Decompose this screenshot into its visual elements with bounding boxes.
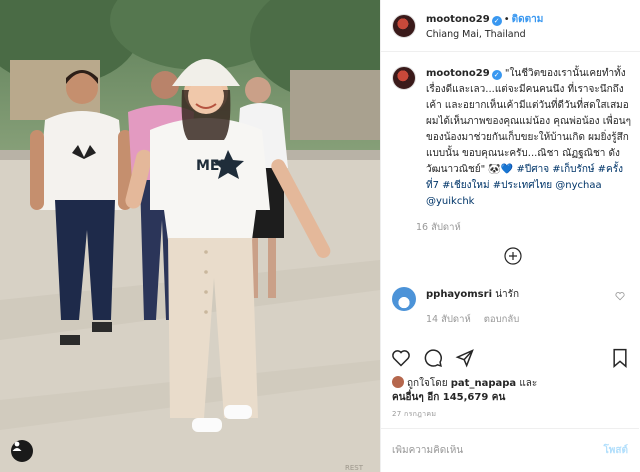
- share-icon[interactable]: [455, 348, 475, 368]
- follow-button[interactable]: ติดตาม: [512, 14, 544, 25]
- user-tag-button[interactable]: [11, 440, 33, 462]
- action-bar: [381, 340, 639, 376]
- hashtag[interactable]: #ปีศาจ: [517, 164, 550, 175]
- location-link[interactable]: Chiang Mai, Thailand: [426, 27, 543, 42]
- header-username[interactable]: mootono29: [426, 14, 490, 25]
- comment-icon[interactable]: [423, 348, 443, 368]
- hashtag[interactable]: #เก็บรักษ์: [552, 164, 594, 175]
- photo-corner-text: REST: [345, 464, 364, 472]
- photo-illustration: MEN REST: [0, 0, 380, 472]
- post-photo[interactable]: MEN REST: [0, 0, 380, 472]
- caption: mootono29 ✓ "ในชีวิตของเรานั้นเคยทำทั้งเร…: [392, 58, 631, 269]
- comment-like-heart-icon[interactable]: [615, 291, 625, 301]
- load-more-comments-icon[interactable]: [504, 247, 522, 265]
- verified-badge-icon: ✓: [491, 16, 502, 26]
- comment-time[interactable]: 14 สัปดาห์: [426, 314, 471, 325]
- comment-avatar[interactable]: [392, 287, 416, 311]
- likes-summary: ถูกใจโดย pat_napapa และ คนอื่นๆ อีก 145,…: [392, 376, 632, 405]
- caption-body: mootono29 ✓ "ในชีวิตของเรานั้นเคยทำทั้งเร…: [426, 66, 631, 210]
- bookmark-icon[interactable]: [611, 348, 629, 368]
- mention[interactable]: @yuikchk: [426, 196, 474, 207]
- reply-button[interactable]: ตอบกลับ: [484, 314, 520, 325]
- caption-text: "ในชีวิตของเรานั้นเคยทำทั้งเรื่องดีและเล…: [426, 68, 631, 175]
- post-date[interactable]: 27 กรกฎาคม: [392, 409, 436, 420]
- caption-username[interactable]: mootono29: [426, 68, 490, 79]
- liker-username[interactable]: pat_napapa: [451, 378, 516, 389]
- person-icon: [12, 441, 22, 451]
- liker-avatar: [392, 376, 404, 388]
- caption-avatar[interactable]: [392, 66, 416, 90]
- post-sidebar: mootono29 ✓ • ติดตาม Chiang Mai, Thailand m…: [380, 0, 640, 472]
- post-header: mootono29 ✓ • ติดตาม Chiang Mai, Thailand: [381, 0, 640, 52]
- likes-count-link[interactable]: คนอื่นๆ อีก 145,679 คน: [392, 392, 505, 403]
- mention[interactable]: @nychaa: [555, 180, 601, 191]
- comments-list[interactable]: mootono29 ✓ "ในชีวิตของเรานั้นเคยทำทั้งเร…: [381, 58, 639, 340]
- comment-text: น่ารัก: [495, 289, 520, 300]
- hashtag[interactable]: #ประเทศไทย: [493, 180, 552, 191]
- comment-item: pphayomsri น่ารัก 14 สัปดาห์ ตอบกลับ: [392, 287, 629, 327]
- caption-time[interactable]: 16 สัปดาห์: [416, 220, 631, 235]
- header-separator: •: [503, 14, 510, 25]
- comment-input[interactable]: [392, 445, 592, 456]
- add-comment-bar: โพสต์: [381, 428, 639, 472]
- instagram-post: MEN REST mootono29 ✓ • ติดตาม Chiang Mai, T…: [0, 0, 640, 472]
- likes-prefix: ถูกใจโดย: [407, 378, 448, 389]
- verified-badge-icon: ✓: [491, 70, 502, 80]
- post-comment-button[interactable]: โพสต์: [603, 443, 628, 458]
- avatar[interactable]: [392, 13, 416, 38]
- heart-icon[interactable]: [391, 348, 411, 368]
- hashtag[interactable]: #เชียงใหม่: [442, 180, 489, 191]
- comment-username[interactable]: pphayomsri: [426, 289, 492, 300]
- likes-middle: และ: [519, 378, 538, 389]
